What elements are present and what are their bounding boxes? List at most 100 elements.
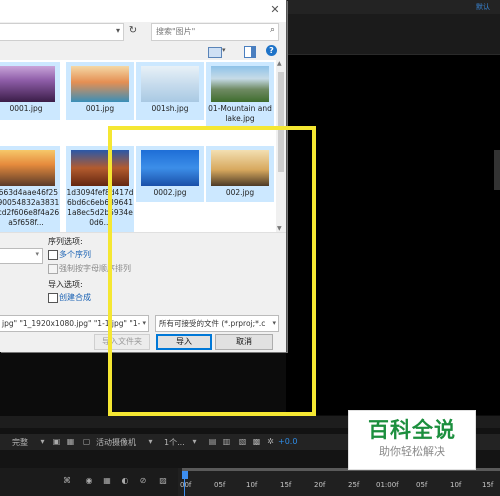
playhead[interactable]	[182, 471, 188, 479]
file-thumbnail	[0, 150, 55, 186]
file-item[interactable]: 0002.jpg	[136, 146, 204, 202]
help-icon[interactable]: ?	[266, 45, 277, 56]
file-name: 1d3094fef8d417d6bd6c6eb6396411a8ec5d2b59…	[66, 188, 134, 227]
flowchart-icon[interactable]: ▩	[252, 437, 261, 446]
file-name: d663d4aae46f25590054832a38317cd2f606e8f4…	[0, 188, 60, 227]
search-input[interactable]	[152, 24, 264, 38]
chevron-down-icon[interactable]: ▾	[146, 437, 155, 446]
region-of-interest-icon[interactable]: ▣	[52, 437, 61, 446]
import-button[interactable]: 导入	[156, 334, 212, 350]
file-item[interactable]: d663d4aae46f25590054832a38317cd2f606e8f4…	[0, 146, 60, 232]
timeline-icon[interactable]: ▧	[238, 437, 247, 446]
file-thumbnail	[141, 66, 199, 102]
exposure-icon[interactable]: ✲	[266, 437, 275, 446]
timeline-panel: ⌘ ◉ ▦ ◐ ⊘ ▨ 00f 05f 10f 15f 20f 25f 01:0…	[0, 468, 500, 496]
tick-label: 05f	[416, 481, 428, 489]
watermark-logo: 百科全说 助你轻松解决	[348, 410, 476, 470]
graph-editor-icon[interactable]: ▨	[158, 476, 168, 486]
file-name: 0002.jpg	[153, 188, 187, 197]
file-thumbnail	[211, 66, 269, 102]
tick-label: 15f	[280, 481, 292, 489]
file-item[interactable]: 001.jpg	[66, 62, 134, 120]
file-type-value: 所有可接受的文件 (*.prproj;*.c	[159, 319, 266, 328]
grid-icon[interactable]: ▥	[222, 437, 231, 446]
file-name: 002.jpg	[225, 188, 255, 197]
tick-label: 10f	[246, 481, 258, 489]
chevron-down-icon[interactable]: ▾	[140, 316, 146, 331]
resolution-select[interactable]: 完整	[12, 437, 28, 448]
file-list: 0001.jpg 001.jpg 001sh.jpg 01-Mountain a…	[0, 60, 276, 232]
tick-label: 15f	[482, 481, 494, 489]
file-item[interactable]: 0001.jpg	[0, 62, 60, 120]
import-folder-button: 导入文件夹	[94, 334, 150, 350]
link-icon[interactable]: ⊘	[138, 476, 148, 486]
scrollbar-thumb[interactable]	[278, 72, 284, 172]
shy-icon[interactable]: ◉	[84, 476, 94, 486]
file-item[interactable]: 1d3094fef8d417d6bd6c6eb6396411a8ec5d2b59…	[66, 146, 134, 232]
tick-label: 05f	[214, 481, 226, 489]
views-select[interactable]: 1个...	[164, 437, 185, 448]
file-item[interactable]: 002.jpg	[206, 146, 274, 202]
multiple-sequences-label[interactable]: 多个序列	[59, 249, 91, 260]
chevron-down-icon[interactable]: ▾	[116, 26, 120, 35]
force-alpha-checkbox	[48, 264, 58, 274]
preview-pane-icon[interactable]	[244, 46, 256, 58]
view-toolbar: ▾ ?	[0, 44, 286, 60]
force-alpha-label: 强制按字母顺序排列	[59, 264, 131, 273]
import-options-label: 导入选项:	[48, 280, 83, 289]
scroll-up-icon[interactable]: ▲	[277, 60, 282, 67]
camera-select[interactable]: 活动摄像机	[96, 437, 136, 448]
address-bar[interactable]: ▾	[0, 23, 124, 41]
logo-subtitle: 助你轻松解决	[379, 445, 445, 458]
frame-blend-icon[interactable]: ▦	[102, 476, 112, 486]
panel-resize-handle[interactable]	[494, 150, 500, 190]
file-thumbnail	[141, 150, 199, 186]
chevron-down-icon[interactable]: ▾	[270, 316, 276, 331]
fast-preview-icon[interactable]: ▤	[208, 437, 217, 446]
tick-label: 00f	[180, 481, 192, 489]
file-thumbnail	[71, 150, 129, 186]
scroll-down-icon[interactable]: ▼	[277, 225, 282, 232]
file-item[interactable]: 001sh.jpg	[136, 62, 204, 120]
file-thumbnail	[211, 150, 269, 186]
time-ruler[interactable]: 00f 05f 10f 15f 20f 25f 01:00f 05f 10f 1…	[178, 468, 500, 496]
search-box: ⌕	[151, 23, 279, 41]
chevron-down-icon[interactable]: ▾	[190, 437, 199, 446]
chevron-down-icon[interactable]: ▾	[38, 437, 47, 446]
tick-label: 20f	[314, 481, 326, 489]
file-thumbnail	[0, 66, 55, 102]
file-name: 01-Mountain and lake.jpg	[208, 104, 272, 123]
close-button[interactable]: ✕	[268, 3, 282, 17]
transparency-grid-icon[interactable]: ▦	[66, 437, 75, 446]
divider	[0, 232, 286, 233]
file-type-filter[interactable]: 所有可接受的文件 (*.prproj;*.c ▾	[155, 315, 279, 332]
search-icon[interactable]: ⌕	[270, 25, 275, 35]
refresh-icon[interactable]: ↻	[127, 25, 139, 37]
change-view-icon[interactable]	[208, 47, 222, 58]
address-row: ▾ ↻ ⌕	[0, 22, 286, 42]
tick-label: 25f	[348, 481, 360, 489]
dialog-titlebar: ✕	[0, 0, 286, 22]
chevron-down-icon[interactable]: ▾	[222, 46, 226, 54]
file-item[interactable]: 01-Mountain and lake.jpg	[206, 62, 274, 130]
tick-label: 10f	[450, 481, 462, 489]
motion-blur-icon[interactable]: ◐	[120, 476, 130, 486]
create-composition-label[interactable]: 创建合成	[59, 292, 91, 303]
mask-icon[interactable]: ▢	[82, 437, 91, 446]
file-name: 001sh.jpg	[151, 104, 189, 113]
format-select[interactable]: ▾	[0, 248, 43, 264]
vertical-scrollbar[interactable]: ▲ ▼	[276, 60, 286, 232]
composition-viewer[interactable]	[286, 55, 500, 415]
playhead-line	[184, 478, 185, 496]
cancel-button[interactable]: 取消	[215, 334, 273, 350]
workspace-button[interactable]: 默认	[468, 1, 498, 13]
filename-input[interactable]: jpg" "1_1920x1080.jpg" "1-1.jpg" "1- ▾	[0, 315, 149, 332]
app-toolbar-strip	[286, 14, 500, 55]
chevron-down-icon[interactable]: ▾	[35, 250, 39, 258]
exposure-value[interactable]: +0.0	[278, 437, 297, 446]
app-top-bar: 默认	[286, 0, 500, 14]
solo-icon[interactable]: ⌘	[62, 476, 72, 486]
multiple-sequences-checkbox[interactable]	[48, 250, 58, 260]
file-thumbnail	[71, 66, 129, 102]
create-composition-checkbox[interactable]	[48, 293, 58, 303]
